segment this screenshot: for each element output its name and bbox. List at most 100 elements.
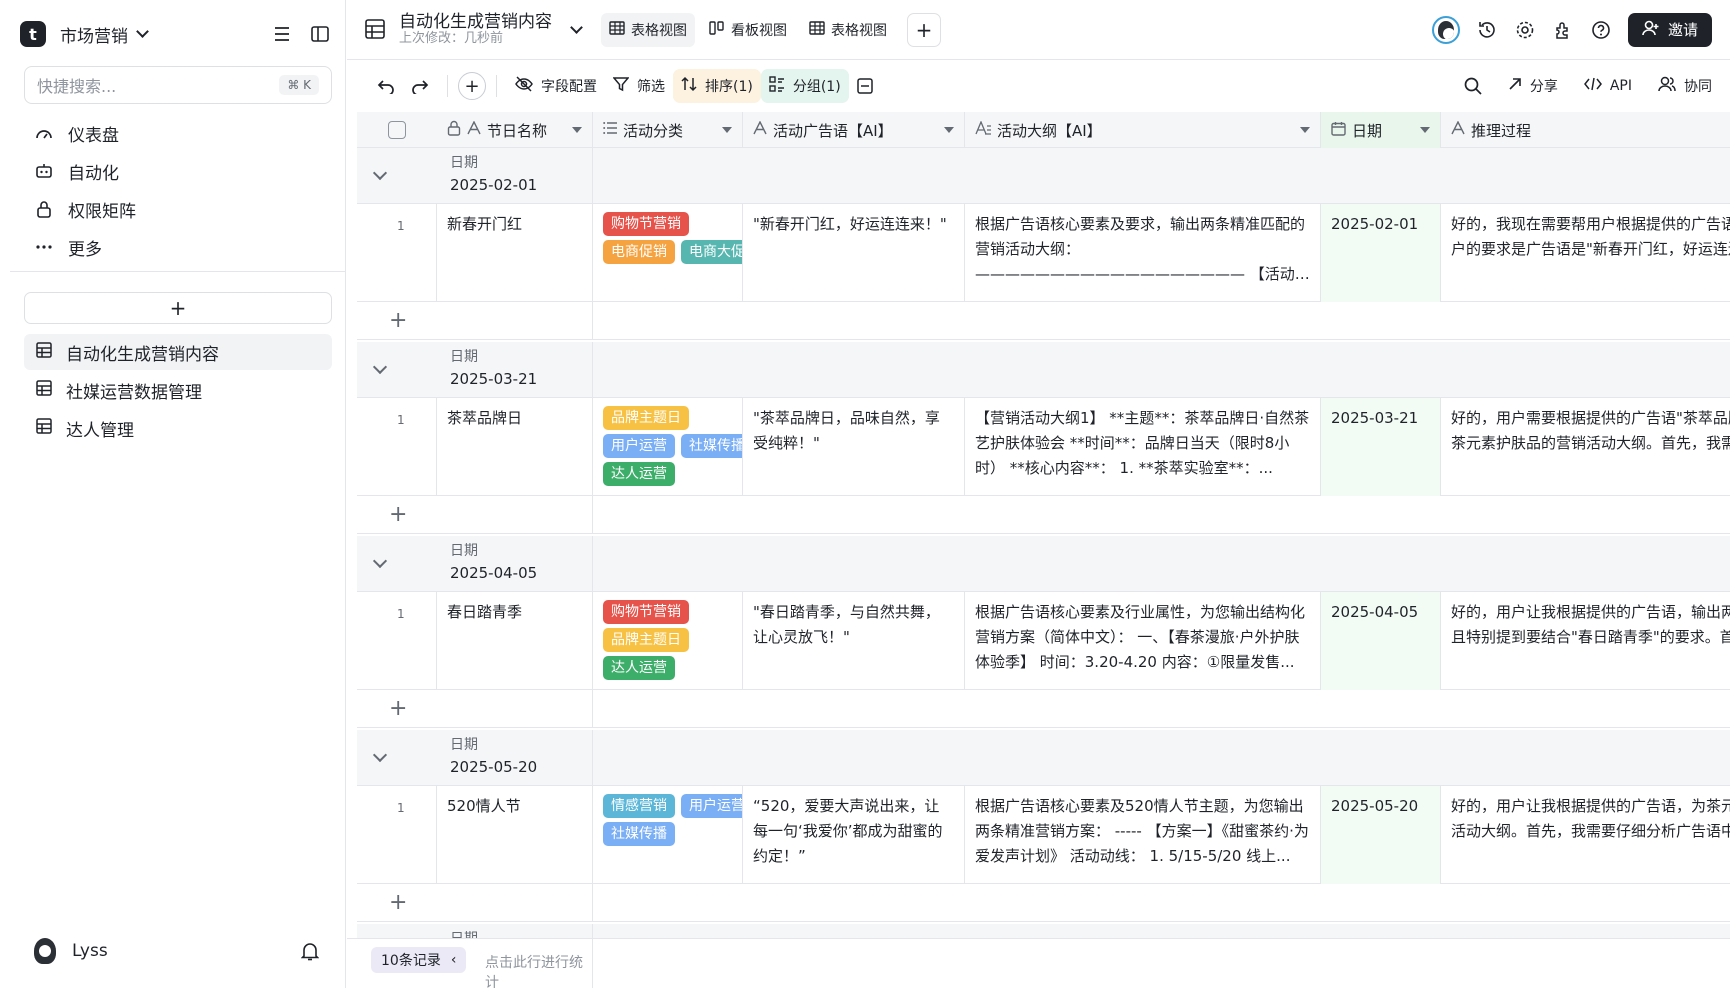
- sort-button[interactable]: 排序(1): [673, 69, 761, 103]
- toolbar-right: 分享 API 协同: [1456, 69, 1720, 103]
- field-config-button[interactable]: 字段配置: [507, 69, 605, 103]
- category-cell[interactable]: 购物节营销 品牌主题日 达人运营: [593, 592, 743, 690]
- search-placeholder: 快捷搜索...: [37, 77, 117, 96]
- date-cell[interactable]: 2025-03-21: [1321, 398, 1441, 496]
- table-row[interactable]: 1 春日踏青季 购物节营销 品牌主题日 达人运营 "春日踏青季，与自然共舞，让心灵放飞！"…: [357, 592, 1730, 690]
- share-button[interactable]: 分享: [1500, 69, 1566, 103]
- caret-down-icon[interactable]: [722, 127, 732, 133]
- toolbar: + 字段配置 筛选 排序(1) 分组(1) 分享 API 协同: [347, 66, 1730, 106]
- stat-hint[interactable]: 点击此行进行统计: [485, 952, 592, 988]
- collaborate-button[interactable]: 协同: [1650, 69, 1720, 103]
- outline-text: 根据广告语核心要素及要求，输出两条精准匹配的营销活动大纲： ——————————…: [975, 215, 1310, 283]
- caret-down-icon[interactable]: [944, 127, 954, 133]
- row-index-cell[interactable]: 1: [357, 398, 437, 496]
- date-cell[interactable]: 2025-02-01: [1321, 204, 1441, 302]
- add-row-button[interactable]: +: [389, 890, 407, 915]
- group-button[interactable]: 分组(1): [760, 69, 849, 103]
- caret-down-icon[interactable]: [1420, 127, 1430, 133]
- sidebar-item-table-auto-content[interactable]: 自动化生成营销内容: [24, 334, 332, 370]
- redo-button[interactable]: [403, 69, 437, 103]
- gear-icon[interactable]: [1514, 19, 1536, 41]
- chevron-down-icon[interactable]: [136, 25, 149, 38]
- bell-icon[interactable]: [299, 940, 321, 962]
- column-header-slogan[interactable]: 活动广告语【AI】: [743, 112, 965, 148]
- column-header-outline[interactable]: 活动大纲【AI】: [965, 112, 1321, 148]
- filter-button[interactable]: 筛选: [605, 69, 673, 103]
- reasoning-cell[interactable]: 好的，用户让我根据提供的广告语，为茶元素护肤品公司制定两条520情人节的营销活动…: [1441, 786, 1730, 884]
- add-row-button[interactable]: +: [389, 696, 407, 721]
- category-cell[interactable]: 品牌主题日 用户运营 社媒传播 达人运营: [593, 398, 743, 496]
- user-profile[interactable]: Lyss: [34, 936, 321, 966]
- column-header-date[interactable]: 日期: [1321, 112, 1441, 148]
- slogan-cell[interactable]: “520，爱要大声说出来，让每一句‘我爱你’都成为甜蜜的约定！”: [743, 786, 965, 884]
- table-row[interactable]: 1 茶萃品牌日 品牌主题日 用户运营 社媒传播 达人运营 "茶萃品牌日，品味自然，享受纯粹！…: [357, 398, 1730, 496]
- add-row-button[interactable]: +: [389, 502, 407, 527]
- menu-icon[interactable]: [271, 23, 293, 45]
- collapse-sidebar-icon[interactable]: [309, 23, 331, 45]
- outline-cell[interactable]: 【营销活动大纲1】 **主题**：茶萃品牌日·自然茶艺护肤体验会 **时间**：…: [965, 398, 1321, 496]
- row-index-cell[interactable]: 1: [357, 592, 437, 690]
- date-cell[interactable]: 2025-04-05: [1321, 592, 1441, 690]
- plugin-icon[interactable]: [1552, 19, 1574, 41]
- category-cell[interactable]: 情感营销 用户运营 社媒传播: [593, 786, 743, 884]
- row-height-button[interactable]: [849, 69, 881, 103]
- sidebar-item-table-influencers[interactable]: 达人管理: [24, 410, 332, 446]
- name-cell[interactable]: 茶萃品牌日: [437, 398, 593, 496]
- history-icon[interactable]: [1476, 19, 1498, 41]
- outline-cell[interactable]: 根据广告语核心要素及要求，输出两条精准匹配的营销活动大纲： ——————————…: [965, 204, 1321, 302]
- sidebar-item-permissions[interactable]: 权限矩阵: [24, 190, 332, 228]
- slogan-cell[interactable]: "新春开门红，好运连连来！": [743, 204, 965, 302]
- record-count-badge[interactable]: 10条记录 ‹: [371, 947, 467, 973]
- sidebar-item-table-social[interactable]: 社媒运营数据管理: [24, 372, 332, 408]
- collaborator-avatar[interactable]: [1431, 15, 1460, 44]
- table-row[interactable]: 1 新春开门红 购物节营销 电商促销 电商大促 "新春开门红，好运连连来！" 根据广告语核心…: [357, 204, 1730, 302]
- name-cell[interactable]: 春日踏青季: [437, 592, 593, 690]
- table-row[interactable]: 1 520情人节 情感营销 用户运营 社媒传播 “520，爱要大声说出来，让每一句‘我爱你…: [357, 786, 1730, 884]
- add-table-button[interactable]: +: [24, 292, 332, 324]
- select-all-checkbox[interactable]: [388, 121, 406, 139]
- date-cell[interactable]: 2025-05-20: [1321, 786, 1441, 884]
- document-title-block[interactable]: 自动化生成营销内容 上次修改：几秒前: [399, 13, 552, 45]
- sidebar-item-dashboard[interactable]: 仪表盘: [24, 114, 332, 152]
- undo-button[interactable]: [369, 69, 403, 103]
- tab-grid-view[interactable]: 表格视图: [601, 12, 695, 47]
- chevron-down-icon[interactable]: [372, 747, 388, 763]
- add-row-button[interactable]: +: [389, 308, 407, 333]
- chevron-down-icon[interactable]: [570, 21, 583, 34]
- api-button[interactable]: API: [1576, 69, 1640, 103]
- sidebar-item-more[interactable]: 更多: [24, 228, 332, 266]
- column-header-reasoning[interactable]: 推理过程: [1441, 112, 1730, 148]
- name-cell[interactable]: 新春开门红: [437, 204, 593, 302]
- caret-down-icon[interactable]: [1300, 127, 1310, 133]
- avatar: [34, 938, 56, 964]
- help-icon[interactable]: [1590, 19, 1612, 41]
- group-value: 2025-02-01: [450, 176, 538, 194]
- workspace-name[interactable]: 市场营销: [60, 22, 128, 47]
- category-cell[interactable]: 购物节营销 电商促销 电商大促: [593, 204, 743, 302]
- name-cell[interactable]: 520情人节: [437, 786, 593, 884]
- column-header-category[interactable]: 活动分类: [593, 112, 743, 148]
- reasoning-cell[interactable]: 好的，用户需要根据提供的广告语"茶萃品牌日，品味自然，享受纯粹！"来输出两条茶元…: [1441, 398, 1730, 496]
- chevron-down-icon[interactable]: [372, 359, 388, 375]
- outline-cell[interactable]: 根据广告语核心要素及520情人节主题，为您输出两条精准营销方案： ----- 【…: [965, 786, 1321, 884]
- slogan-cell[interactable]: "茶萃品牌日，品味自然，享受纯粹！": [743, 398, 965, 496]
- slogan-cell[interactable]: "春日踏青季，与自然共舞，让心灵放飞！": [743, 592, 965, 690]
- reasoning-cell[interactable]: 好的，我现在需要帮用户根据提供的广告语，为茶素护肤品公司的营销活动大纲。用户的要…: [1441, 204, 1730, 302]
- row-index-cell[interactable]: 1: [357, 204, 437, 302]
- chevron-down-icon[interactable]: [372, 165, 388, 181]
- invite-button[interactable]: 邀请: [1627, 12, 1712, 47]
- sidebar-item-automation[interactable]: 自动化: [24, 152, 332, 190]
- chevron-down-icon[interactable]: [372, 553, 388, 569]
- row-index-cell[interactable]: 1: [357, 786, 437, 884]
- group-header: 日期 2025-05-20: [357, 730, 1730, 786]
- search-input[interactable]: 快捷搜索... ⌘ K: [24, 66, 332, 104]
- reasoning-cell[interactable]: 好的，用户让我根据提供的广告语，输出两条茶元素护肤品公司的营销活动大纲，并且特别…: [1441, 592, 1730, 690]
- column-header-name[interactable]: 节日名称: [437, 112, 593, 148]
- caret-down-icon[interactable]: [572, 127, 582, 133]
- search-button[interactable]: [1456, 69, 1490, 103]
- tab-kanban-view[interactable]: 看板视图: [701, 13, 795, 47]
- add-view-button[interactable]: +: [907, 12, 941, 47]
- add-record-button[interactable]: +: [458, 72, 486, 100]
- tab-grid-view-2[interactable]: 表格视图: [801, 13, 895, 47]
- outline-cell[interactable]: 根据广告语核心要素及行业属性，为您输出结构化营销方案（简体中文）： 一、【春茶漫…: [965, 592, 1321, 690]
